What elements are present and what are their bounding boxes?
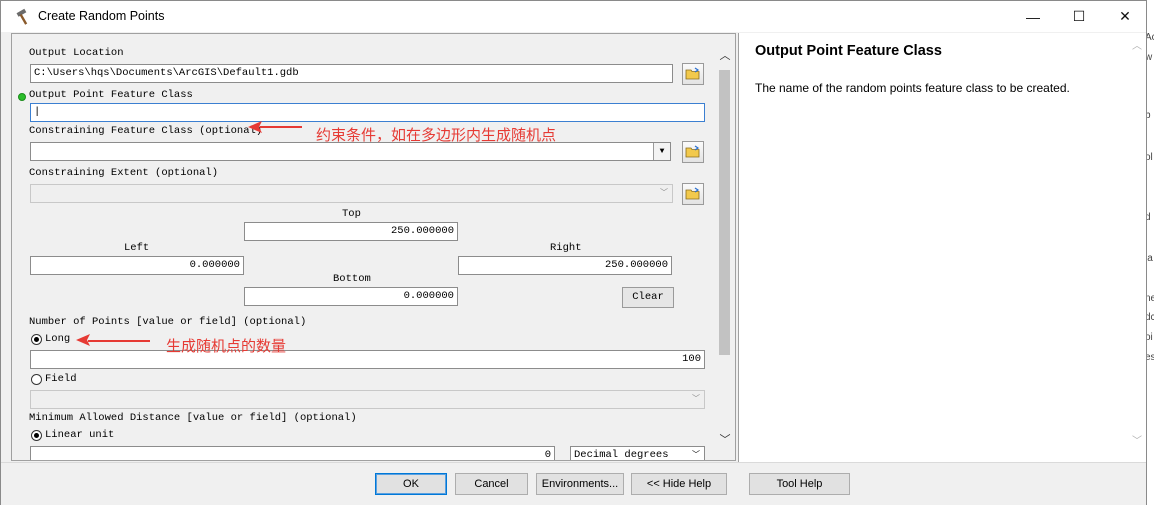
constraint-annotation: 约束条件，如在多边形内生成随机点 <box>316 127 557 144</box>
extent-bottom-input[interactable]: 0.000000 <box>244 287 458 306</box>
field-radio-label: Field <box>45 373 77 385</box>
count-annotation: 生成随机点的数量 <box>166 338 287 355</box>
scroll-up-icon[interactable]: ︿ <box>1130 37 1144 52</box>
background-text-fragment: d <box>1147 212 1151 223</box>
extent-clear-button[interactable]: Clear <box>622 287 674 308</box>
hammer-icon <box>16 8 28 25</box>
output-location-input[interactable]: C:\Users\hqs\Documents\ArcGIS\Default1.g… <box>30 64 673 83</box>
background-text-fragment: la <box>1147 253 1153 264</box>
chevron-down-icon[interactable]: ﹀ <box>656 185 672 202</box>
output-feature-class-label: Output Point Feature Class <box>29 89 193 101</box>
close-button[interactable]: ✕ <box>1102 1 1148 32</box>
title-bar: Create Random Points — ☐ ✕ <box>1 1 1146 32</box>
background-text-fragment: es <box>1147 352 1154 363</box>
long-radio-label: Long <box>45 333 71 345</box>
minimize-button[interactable]: — <box>1010 1 1056 32</box>
background-text-fragment: b <box>1147 110 1151 121</box>
ok-button[interactable]: OK <box>375 473 447 495</box>
constraining-extent-dropdown[interactable]: ﹀ <box>30 184 673 203</box>
create-random-points-dialog: Create Random Points — ☐ ✕ Output Locati… <box>0 0 1147 505</box>
background-text-fragment: w <box>1147 52 1153 63</box>
cancel-button[interactable]: Cancel <box>455 473 528 495</box>
constraining-feature-class-label: Constraining Feature Class (optional) <box>29 125 263 137</box>
chevron-down-icon[interactable]: ﹀ <box>688 391 704 408</box>
extent-left-label: Left <box>124 242 150 254</box>
maximize-button[interactable]: ☐ <box>1056 1 1102 32</box>
extent-bottom-label: Bottom <box>333 273 371 285</box>
tool-help-button[interactable]: Tool Help <box>749 473 850 495</box>
long-radio[interactable] <box>31 334 42 345</box>
background-text-fragment: ne <box>1147 293 1154 304</box>
min-distance-label: Minimum Allowed Distance [value or field… <box>29 412 357 424</box>
help-text: The name of the random points feature cl… <box>755 81 1070 95</box>
scrollbar-thumb[interactable] <box>719 70 730 355</box>
field-radio[interactable] <box>31 374 42 385</box>
help-panel: Output Point Feature Class The name of t… <box>738 33 1146 462</box>
min-distance-input[interactable]: 0 <box>30 446 555 460</box>
extent-top-input[interactable]: 250.000000 <box>244 222 458 241</box>
output-location-label: Output Location <box>29 47 124 59</box>
environments-button[interactable]: Environments... <box>536 473 624 495</box>
extent-right-label: Right <box>550 242 582 254</box>
extent-top-label: Top <box>342 208 361 220</box>
scroll-up-icon[interactable]: ︿ <box>718 48 732 62</box>
output-feature-class-input[interactable]: | <box>30 103 705 122</box>
constraining-feature-class-browse-button[interactable] <box>682 141 704 163</box>
annotation-arrow <box>248 121 302 133</box>
window-title: Create Random Points <box>38 9 165 23</box>
scroll-down-icon[interactable]: ﹀ <box>718 432 732 446</box>
parameters-scrollbar[interactable]: ︿ ﹀ <box>715 34 735 460</box>
chevron-down-icon[interactable]: ▼ <box>653 143 670 160</box>
linear-unit-radio-label: Linear unit <box>45 429 115 441</box>
background-window-bottom <box>0 505 1154 513</box>
extent-right-input[interactable]: 250.000000 <box>458 256 672 275</box>
hide-help-button[interactable]: << Hide Help <box>631 473 727 495</box>
help-scrollbar[interactable]: ︿ ﹀ <box>1128 34 1146 460</box>
constraining-extent-browse-button[interactable] <box>682 183 704 205</box>
distance-unit-dropdown[interactable]: Decimal degrees ﹀ <box>570 446 705 461</box>
output-location-browse-button[interactable] <box>682 63 704 85</box>
help-title: Output Point Feature Class <box>755 43 942 59</box>
scroll-down-icon[interactable]: ﹀ <box>1130 432 1144 447</box>
folder-icon <box>685 145 700 158</box>
background-text-fragment: dc <box>1147 312 1154 323</box>
folder-icon <box>685 187 700 200</box>
distance-unit-value: Decimal degrees <box>574 449 669 461</box>
number-of-points-field-dropdown[interactable]: ﹀ <box>30 390 705 409</box>
background-window-edge: Ac w b ol d la ne dc oi es <box>1147 0 1154 513</box>
number-of-points-input[interactable]: 100 <box>30 350 705 369</box>
annotation-arrow <box>76 334 150 346</box>
background-text-fragment: oi <box>1147 332 1153 343</box>
parameters-panel: Output Location C:\Users\hqs\Documents\A… <box>11 33 736 461</box>
linear-unit-radio[interactable] <box>31 430 42 441</box>
number-of-points-label: Number of Points [value or field] (optio… <box>29 316 307 328</box>
chevron-down-icon[interactable]: ﹀ <box>688 447 704 460</box>
constraining-extent-label: Constraining Extent (optional) <box>29 167 219 179</box>
background-text-fragment: Ac <box>1147 32 1154 43</box>
button-bar: OK Cancel Environments... << Hide Help T… <box>1 462 1146 505</box>
extent-left-input[interactable]: 0.000000 <box>30 256 244 275</box>
folder-icon <box>685 67 700 80</box>
background-text-fragment: ol <box>1147 152 1153 163</box>
required-indicator-dot <box>18 93 26 101</box>
